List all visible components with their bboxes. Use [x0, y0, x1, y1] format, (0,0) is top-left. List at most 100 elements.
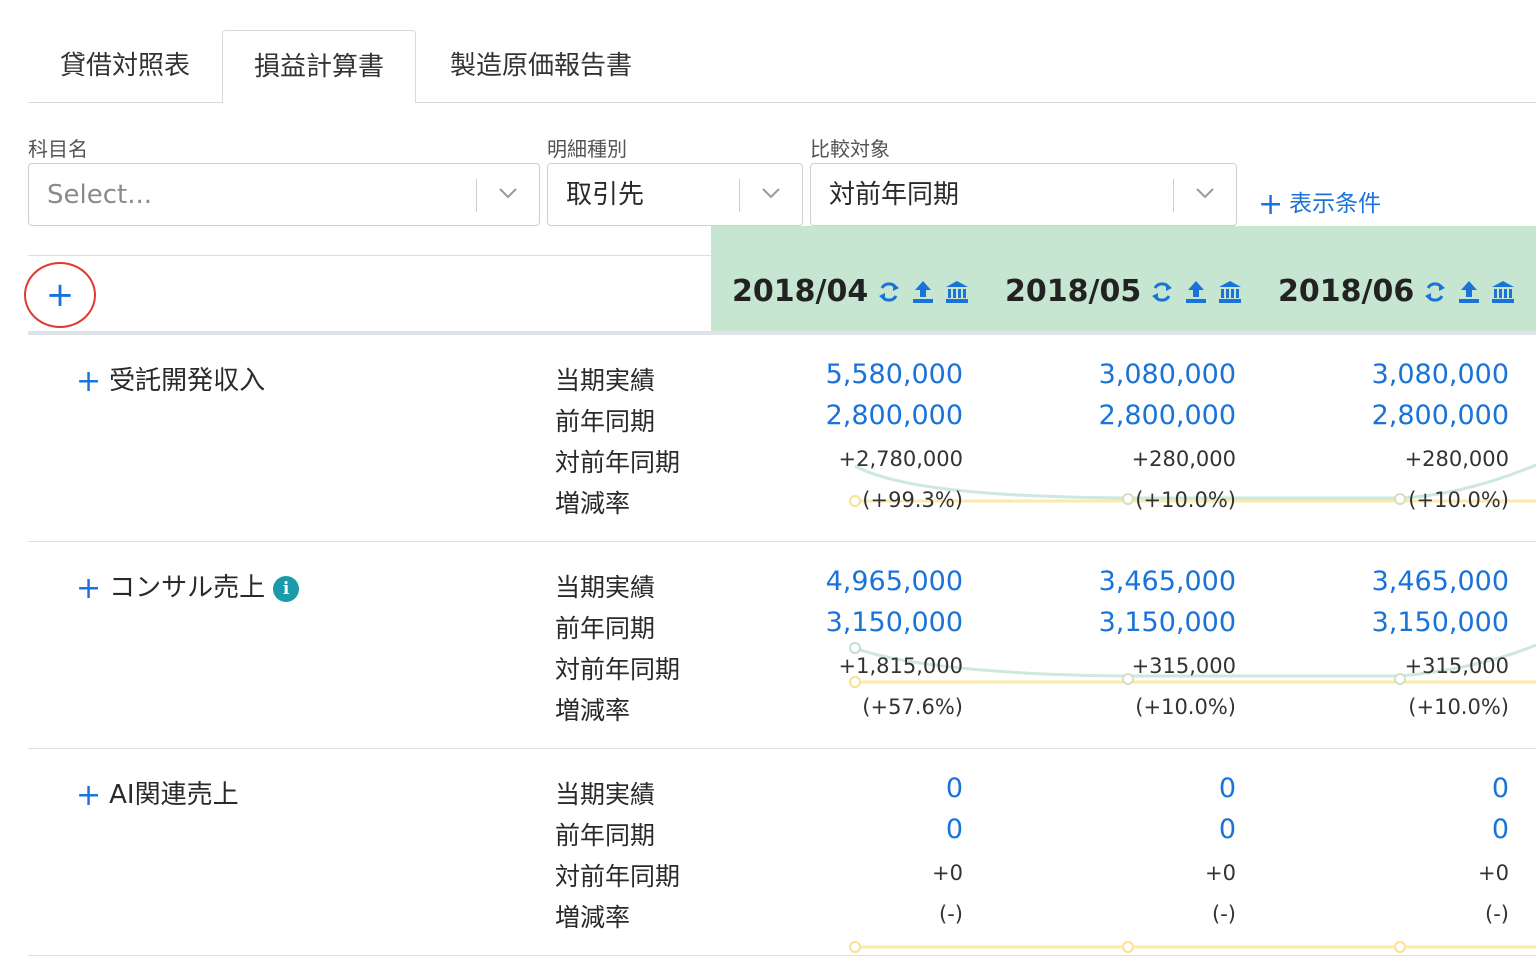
account-select[interactable]: Select... [28, 163, 540, 226]
refresh-icon[interactable] [876, 279, 902, 305]
upload-icon[interactable] [1183, 279, 1209, 305]
chevron-down-icon[interactable] [760, 182, 782, 204]
actual-value[interactable]: 0 [946, 773, 963, 804]
detail-type-filter-label: 明細種別 [547, 137, 627, 161]
metric-label-prior: 前年同期 [555, 407, 656, 436]
actual-value[interactable]: 5,580,000 [826, 359, 963, 390]
metric-label-rate: 増減率 [555, 696, 631, 725]
expand-plus-icon[interactable]: + [76, 778, 101, 813]
rate-value: (+10.0%) [1135, 488, 1236, 512]
plus-icon: + [45, 275, 75, 315]
upload-icon[interactable] [1456, 279, 1482, 305]
comparison-filter-label: 比較対象 [810, 137, 890, 161]
account-select-placeholder: Select... [47, 180, 153, 210]
actual-value[interactable]: 0 [1492, 773, 1509, 804]
detail-type-select[interactable]: 取引先 [547, 163, 803, 226]
comparison-select[interactable]: 対前年同期 [810, 163, 1237, 226]
select-separator [1173, 179, 1174, 212]
month-column-header: 2018/05 [1005, 274, 1243, 314]
diff-value: +0 [1478, 861, 1509, 885]
account-name: AI関連売上 [109, 780, 239, 810]
month-label: 2018/04 [732, 274, 869, 309]
tab-income-statement[interactable]: 損益計算書 [222, 30, 416, 103]
info-icon[interactable]: i [273, 576, 300, 602]
display-conditions-label: 表示条件 [1289, 191, 1382, 217]
metric-label-actual: 当期実績 [555, 780, 656, 809]
rate-value: (+99.3%) [862, 488, 963, 512]
add-account-button[interactable]: + [24, 262, 96, 328]
diff-value: +0 [1205, 861, 1236, 885]
bank-icon[interactable] [944, 279, 970, 305]
actual-value[interactable]: 0 [1219, 773, 1236, 804]
metric-label-diff: 対前年同期 [555, 655, 681, 684]
prior-value[interactable]: 2,800,000 [1099, 400, 1236, 431]
prior-value[interactable]: 3,150,000 [1099, 607, 1236, 638]
rate-value: (-) [1485, 902, 1509, 926]
metric-label-prior: 前年同期 [555, 821, 656, 850]
account-row-header[interactable]: + AI関連売上 [76, 774, 239, 813]
chevron-down-icon[interactable] [1194, 182, 1216, 204]
account-name: コンサル売上 [109, 573, 266, 603]
account-filter-label: 科目名 [28, 137, 88, 161]
prior-value[interactable]: 0 [946, 814, 963, 845]
prior-value[interactable]: 3,150,000 [826, 607, 963, 638]
comparison-select-value: 対前年同期 [829, 180, 960, 210]
actual-value[interactable]: 3,465,000 [1099, 566, 1236, 597]
account-name: 受託開発収入 [109, 366, 266, 396]
chevron-down-icon[interactable] [497, 182, 519, 204]
prior-value[interactable]: 0 [1219, 814, 1236, 845]
account-row-header[interactable]: + 受託開発収入 [76, 360, 265, 399]
metric-label-rate: 増減率 [555, 489, 631, 518]
bank-icon[interactable] [1490, 279, 1516, 305]
refresh-icon[interactable] [1422, 279, 1448, 305]
bank-icon[interactable] [1217, 279, 1243, 305]
prior-value[interactable]: 2,800,000 [826, 400, 963, 431]
actual-value[interactable]: 3,465,000 [1372, 566, 1509, 597]
header-divider [28, 331, 1536, 335]
metric-label-prior: 前年同期 [555, 614, 656, 643]
select-separator [476, 179, 477, 212]
row-divider [28, 955, 1536, 956]
row-divider [28, 748, 1536, 749]
actual-value[interactable]: 3,080,000 [1099, 359, 1236, 390]
month-column-header: 2018/04 [732, 274, 970, 314]
tab-cost-report[interactable]: 製造原価報告書 [418, 30, 664, 101]
diff-value: +2,780,000 [838, 447, 963, 471]
plus-icon: + [1258, 187, 1284, 222]
sparkline-account-3 [849, 941, 1536, 953]
prior-value[interactable]: 3,150,000 [1372, 607, 1509, 638]
actual-value[interactable]: 4,965,000 [826, 566, 963, 597]
metric-label-rate: 増減率 [555, 903, 631, 932]
tab-bar: 貸借対照表 損益計算書 製造原価報告書 [28, 30, 1536, 103]
rate-value: (+57.6%) [862, 695, 963, 719]
diff-value: +0 [932, 861, 963, 885]
account-row-header[interactable]: + コンサル売上 i [76, 567, 300, 606]
upload-icon[interactable] [910, 279, 936, 305]
diff-value: +280,000 [1131, 447, 1236, 471]
month-label: 2018/05 [1005, 274, 1142, 309]
metric-label-diff: 対前年同期 [555, 448, 681, 477]
display-conditions-button[interactable]: + 表示条件 [1258, 184, 1381, 222]
rate-value: (+10.0%) [1408, 695, 1509, 719]
rate-value: (-) [939, 902, 963, 926]
prior-value[interactable]: 0 [1492, 814, 1509, 845]
trend-sparklines [849, 463, 1536, 953]
refresh-icon[interactable] [1149, 279, 1175, 305]
rate-value: (-) [1212, 902, 1236, 926]
metric-label-diff: 対前年同期 [555, 862, 681, 891]
detail-type-select-value: 取引先 [566, 180, 645, 210]
expand-plus-icon[interactable]: + [76, 571, 101, 606]
metric-label-actual: 当期実績 [555, 366, 656, 395]
month-column-header: 2018/06 [1278, 274, 1516, 314]
select-separator [739, 179, 740, 212]
row-divider [28, 541, 1536, 542]
rate-value: (+10.0%) [1408, 488, 1509, 512]
actual-value[interactable]: 3,080,000 [1372, 359, 1509, 390]
expand-plus-icon[interactable]: + [76, 364, 101, 399]
prior-value[interactable]: 2,800,000 [1372, 400, 1509, 431]
diff-value: +280,000 [1404, 447, 1509, 471]
month-label: 2018/06 [1278, 274, 1415, 309]
tab-balance-sheet[interactable]: 貸借対照表 [28, 30, 222, 101]
rate-value: (+10.0%) [1135, 695, 1236, 719]
diff-value: +315,000 [1404, 654, 1509, 678]
